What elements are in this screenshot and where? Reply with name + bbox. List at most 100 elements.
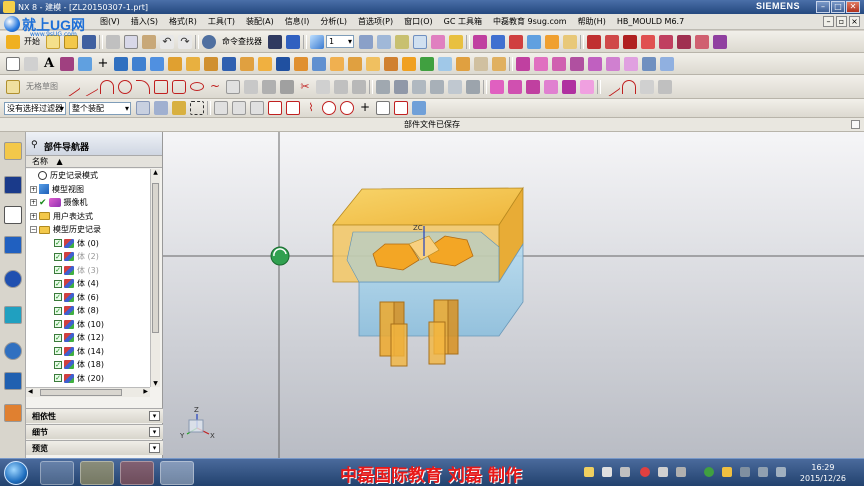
checkbox[interactable]: ✓ <box>54 320 62 329</box>
curve-edit-icon[interactable] <box>640 79 654 94</box>
constraint-navigator-icon[interactable] <box>4 176 22 194</box>
constraint-icon-5[interactable] <box>448 79 462 94</box>
mould-icon-3[interactable] <box>526 79 540 94</box>
point-icon[interactable] <box>60 56 74 71</box>
profile-icon[interactable] <box>61 76 81 97</box>
constraint-icon-4[interactable] <box>430 79 444 94</box>
tray-icon-1[interactable] <box>584 467 594 477</box>
subtract-icon[interactable] <box>348 56 362 71</box>
feature-icon-5[interactable] <box>545 34 559 49</box>
chevron-down-icon[interactable]: ▾ <box>149 427 160 437</box>
curve-icon-3[interactable] <box>623 34 637 49</box>
groove-icon[interactable] <box>312 56 326 71</box>
quadrant-snap-icon[interactable] <box>340 101 354 115</box>
render-style-icon[interactable] <box>310 34 324 49</box>
taskbar-powerpoint-icon[interactable] <box>120 461 154 485</box>
deselect-icon[interactable] <box>154 101 168 115</box>
scroll-down-icon[interactable]: ▼ <box>151 380 160 387</box>
tree-item-model-history[interactable]: − 模型历史记录 <box>26 223 150 237</box>
tree-item-user-expressions[interactable]: + 用户表达式 <box>26 210 150 224</box>
offset-curve-icon[interactable] <box>226 79 240 94</box>
minimize-button[interactable]: – <box>816 1 830 13</box>
menu-tools[interactable]: 工具(T) <box>208 16 235 27</box>
pocket-icon[interactable] <box>258 56 272 71</box>
quick-trim-icon[interactable]: ✂ <box>298 80 312 94</box>
column-header-name[interactable]: 名称 ▲ <box>26 156 162 168</box>
command-finder-button[interactable]: 命令查找器 <box>222 36 262 47</box>
checkbox[interactable]: ✓ <box>54 239 62 248</box>
select-all-icon[interactable] <box>136 101 150 115</box>
assembly-navigator-icon[interactable] <box>4 142 22 160</box>
doc-close-button[interactable]: × <box>849 16 860 27</box>
hole-icon[interactable] <box>222 56 236 71</box>
split-body-icon[interactable] <box>402 56 416 71</box>
menu-information[interactable]: 信息(I) <box>285 16 310 27</box>
ejector-pillar-4[interactable] <box>428 321 446 365</box>
menu-gc-toolbox[interactable]: GC 工具箱 <box>444 16 482 27</box>
quick-extend-icon[interactable] <box>316 79 330 94</box>
tree-item-model-views[interactable]: + 模型视图 <box>26 183 150 197</box>
wcs-icon[interactable] <box>413 34 427 49</box>
cylinder-icon[interactable] <box>186 56 200 71</box>
doc-minimize-button[interactable]: – <box>823 16 834 27</box>
tree-item-body[interactable]: ✓ 体 (0) <box>26 237 150 251</box>
model-canvas[interactable]: ZC Z X Y <box>163 132 864 458</box>
sketch-task-icon[interactable] <box>6 79 20 94</box>
paste-icon[interactable] <box>142 34 156 49</box>
tray-icon-4[interactable] <box>640 467 650 477</box>
menu-assembly[interactable]: 装配(A) <box>246 16 274 27</box>
scroll-thumb[interactable] <box>40 389 122 396</box>
surface-icon-1[interactable] <box>642 56 656 71</box>
curve-arc-icon[interactable] <box>622 79 636 94</box>
curve-icon-5[interactable] <box>659 34 673 49</box>
snap-icon-2[interactable] <box>232 101 246 115</box>
revolve-icon[interactable] <box>150 56 164 71</box>
cut-icon[interactable] <box>106 34 120 49</box>
snap-icon-3[interactable] <box>250 101 264 115</box>
chamfer-icon[interactable] <box>474 56 488 71</box>
panel-details[interactable]: 细节 ▾ <box>26 424 163 439</box>
unite-icon[interactable] <box>330 56 344 71</box>
feature-select-icon[interactable] <box>172 101 186 115</box>
panel-preview[interactable]: 预览 ▾ <box>26 440 163 455</box>
menu-view[interactable]: 图(V) <box>100 16 120 27</box>
tree-item-cameras[interactable]: + ✔ 摄像机 <box>26 196 150 210</box>
mold-plate-top[interactable] <box>332 187 524 226</box>
select-icon[interactable] <box>286 34 300 49</box>
mould-icon-4[interactable] <box>544 79 558 94</box>
curve-icon-6[interactable] <box>677 34 691 49</box>
constraint-icon-6[interactable] <box>466 79 480 94</box>
feature-icon-1[interactable] <box>473 34 487 49</box>
expand-icon[interactable]: + <box>30 185 37 193</box>
pin-icon[interactable]: ⚲ <box>31 140 38 150</box>
extrude-icon[interactable] <box>132 56 146 71</box>
curve-line-icon[interactable] <box>601 76 621 97</box>
close-button[interactable]: ✕ <box>846 1 860 13</box>
doc-restore-button[interactable]: ▫ <box>836 16 847 27</box>
point-snap-icon[interactable]: + <box>358 101 372 115</box>
curve-icon-7[interactable] <box>695 34 709 49</box>
tree-horizontal-scrollbar[interactable]: ◀ ▶ <box>26 387 150 397</box>
save-as-icon[interactable] <box>268 34 282 49</box>
spline-icon[interactable]: ~ <box>208 79 222 94</box>
checkbox[interactable]: ✓ <box>54 293 62 302</box>
curve-icon-2[interactable] <box>605 34 619 49</box>
tree-item-body[interactable]: ✓ 体 (2) <box>26 250 150 264</box>
system-materials-icon[interactable] <box>4 372 22 390</box>
chevron-down-icon[interactable]: ▾ <box>149 411 160 421</box>
scroll-up-icon[interactable]: ▲ <box>151 169 160 176</box>
menu-analysis[interactable]: 分析(L) <box>320 16 347 27</box>
thicken-icon[interactable] <box>438 56 452 71</box>
layer-visible-icon[interactable] <box>377 34 391 49</box>
start-orb-icon[interactable] <box>4 461 28 485</box>
mould-icon-6[interactable] <box>580 79 594 94</box>
trim-body-icon[interactable] <box>384 56 398 71</box>
slot-icon[interactable] <box>294 56 308 71</box>
sync-icon-2[interactable] <box>534 56 548 71</box>
mirror-curve-icon[interactable] <box>262 79 276 94</box>
scroll-left-icon[interactable]: ◀ <box>28 388 33 395</box>
menu-hb-mould[interactable]: HB_MOULD M6.7 <box>617 17 684 26</box>
blend-icon[interactable] <box>492 56 506 71</box>
chamfer-curve-icon[interactable] <box>352 79 366 94</box>
sync-icon-3[interactable] <box>552 56 566 71</box>
